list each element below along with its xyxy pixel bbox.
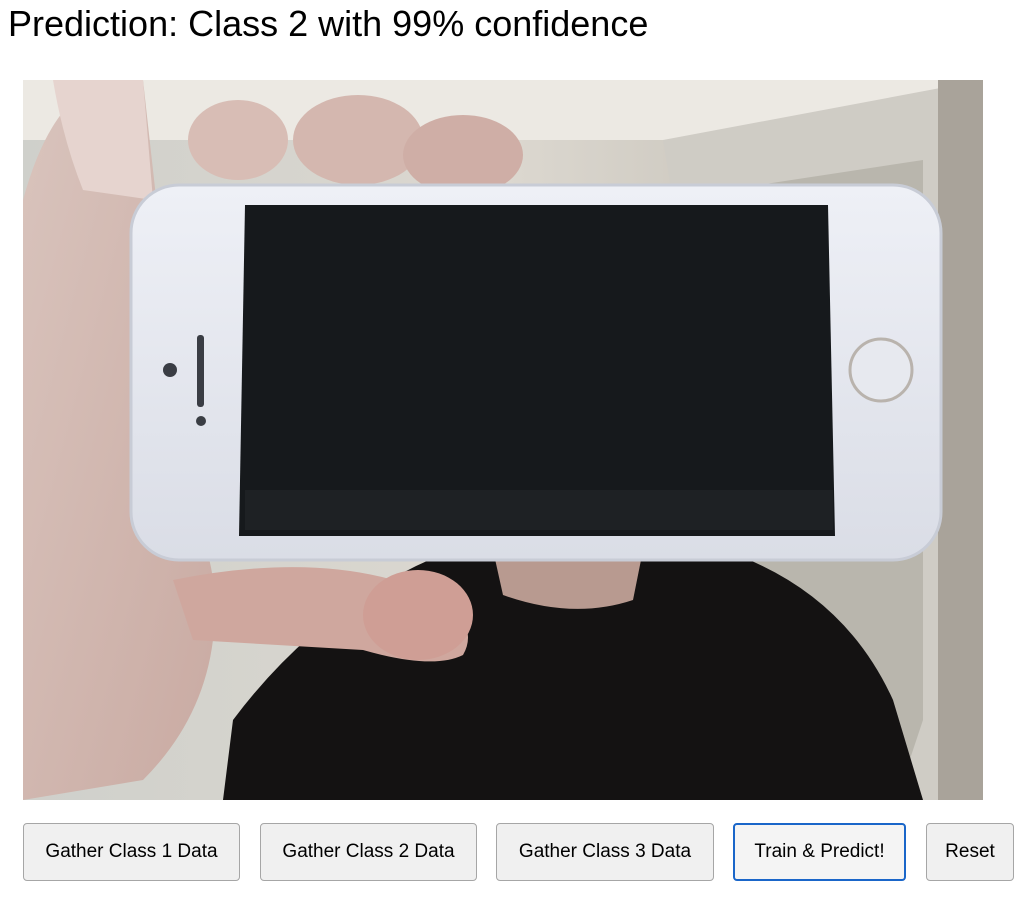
train-predict-button[interactable]: Train & Predict!: [733, 823, 906, 881]
gather-class-1-button[interactable]: Gather Class 1 Data: [23, 823, 240, 881]
gather-class-3-button[interactable]: Gather Class 3 Data: [496, 823, 714, 881]
prediction-heading: Prediction: Class 2 with 99% confidence: [8, 3, 649, 44]
reset-button[interactable]: Reset: [926, 823, 1014, 881]
webcam-frame-image: [23, 80, 983, 800]
gather-class-2-button[interactable]: Gather Class 2 Data: [260, 823, 477, 881]
webcam-video: [23, 80, 983, 800]
